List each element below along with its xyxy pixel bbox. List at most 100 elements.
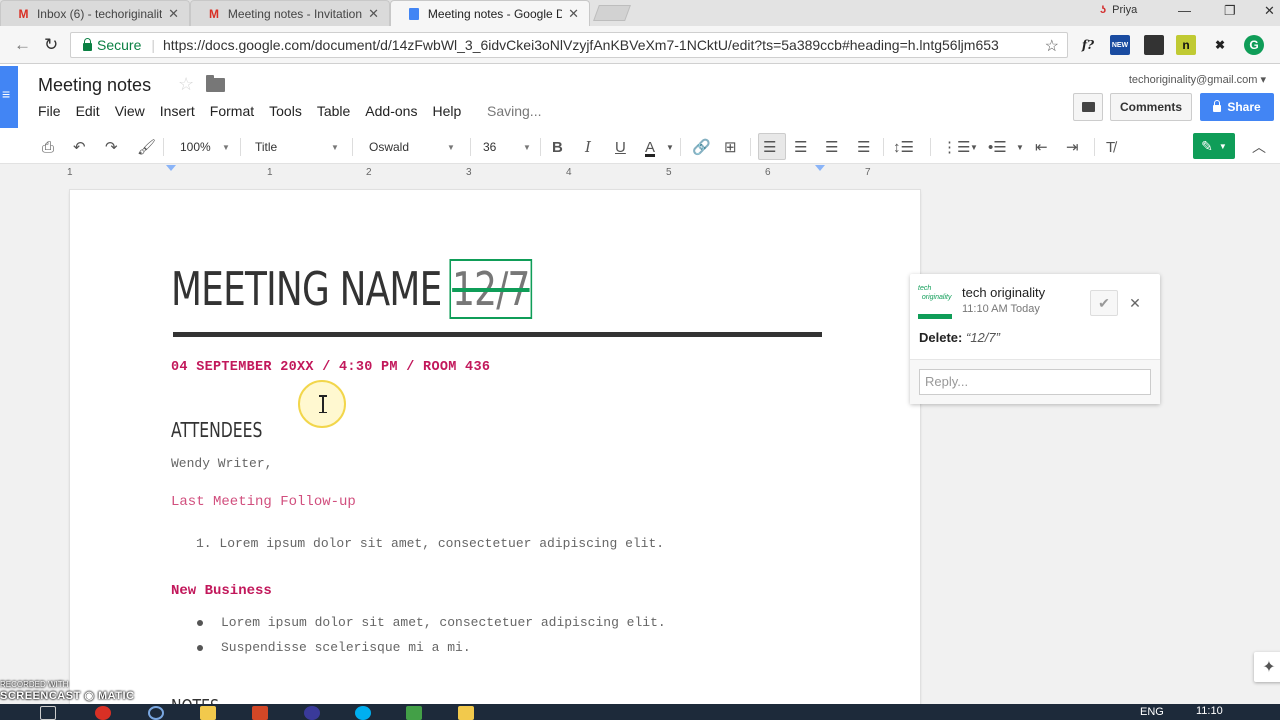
add-comment-icon[interactable]: ⊞ [724, 137, 737, 157]
new-business-heading[interactable]: New Business [171, 583, 272, 599]
news-extension-icon[interactable]: NEW [1110, 35, 1130, 55]
accept-suggestion-button[interactable]: ✔ [1090, 290, 1118, 316]
n-extension-icon[interactable]: n [1176, 35, 1196, 55]
clear-formatting-icon[interactable]: T̸ [1106, 137, 1115, 157]
italic-icon[interactable]: I [585, 137, 591, 157]
align-right-icon[interactable]: ☰ [825, 137, 838, 157]
list-item[interactable]: Lorem ipsum dolor sit amet, consectetuer… [221, 615, 666, 630]
explore-button[interactable]: ✦ [1254, 652, 1280, 682]
menu-tools[interactable]: Tools [269, 103, 302, 119]
tab-invitation[interactable]: M Meeting notes - Invitation ✕ [190, 0, 390, 26]
back-icon[interactable]: ← [14, 35, 31, 55]
attendees-text[interactable]: Wendy Writer, [171, 456, 272, 471]
text-color-icon[interactable]: A [645, 137, 655, 157]
grammarly-extension-icon[interactable]: G [1244, 35, 1264, 55]
suggesting-mode-button[interactable]: ✎ ▼ [1193, 133, 1235, 159]
reload-icon[interactable]: ↻ [44, 35, 58, 55]
close-window-icon[interactable]: ✕ [1264, 3, 1275, 19]
font-size-select[interactable]: 36 ▼ [483, 137, 533, 157]
film-extension-icon[interactable] [1144, 35, 1164, 55]
menu-view[interactable]: View [115, 103, 145, 119]
language-indicator[interactable]: ENG [1140, 706, 1164, 718]
link-icon[interactable]: 🔗 [692, 137, 711, 157]
paragraph-style-select[interactable]: Title ▼ [255, 137, 340, 157]
chevron-down-icon[interactable]: ▼ [1016, 137, 1024, 157]
menu-table[interactable]: Table [317, 103, 350, 119]
document-heading[interactable]: MEETING NAME 12/7 [171, 259, 532, 319]
minimize-icon[interactable]: — [1178, 3, 1191, 18]
menu-edit[interactable]: Edit [76, 103, 100, 119]
bookmark-star-icon[interactable]: ☆ [1045, 36, 1059, 56]
paint-format-icon[interactable]: 🖌 [137, 137, 156, 157]
skype-taskbar-icon[interactable] [355, 706, 371, 720]
meeting-details[interactable]: 04 SEPTEMBER 20XX / 4:30 PM / ROOM 436 [171, 360, 490, 375]
omnibox[interactable]: Secure | https://docs.google.com/documen… [70, 32, 1068, 58]
suggestion-text: Delete: “12/7” [919, 330, 1000, 345]
menu-addons[interactable]: Add-ons [365, 103, 417, 119]
taskbar-clock[interactable]: 11:10 [1196, 705, 1223, 717]
suggested-deletion[interactable]: 12/7 [449, 259, 532, 319]
url-text[interactable]: https://docs.google.com/document/d/14zFw… [163, 37, 1043, 53]
tab-inbox[interactable]: M Inbox (6) - techoriginality ✕ [0, 0, 190, 26]
close-icon[interactable]: ✕ [168, 6, 179, 22]
powerpoint-taskbar-icon[interactable] [252, 706, 268, 720]
numbered-list-icon[interactable]: ⋮☰ [942, 137, 970, 157]
suggestion-comment-card[interactable]: tech originality tech originality 11:10 … [910, 274, 1160, 404]
undo-icon[interactable]: ↶ [73, 137, 86, 157]
list-item[interactable]: 1. Lorem ipsum dolor sit amet, consectet… [196, 536, 664, 551]
align-left-icon[interactable]: ☰ [763, 137, 776, 157]
search-taskbar-icon[interactable] [148, 706, 164, 720]
chevron-down-icon[interactable]: ▼ [970, 137, 978, 157]
line-spacing-icon[interactable]: ↕☰ [893, 137, 914, 157]
folder-taskbar-icon[interactable] [458, 706, 474, 720]
zoom-select[interactable]: 100% ▼ [180, 137, 230, 157]
left-indent-marker[interactable] [166, 165, 176, 171]
reject-suggestion-button[interactable]: ✕ [1123, 290, 1147, 316]
document-title[interactable]: Meeting notes [38, 75, 151, 96]
bulleted-list-icon[interactable]: •☰ [988, 137, 1007, 157]
right-indent-marker[interactable] [815, 165, 825, 171]
followup-heading[interactable]: Last Meeting Follow-up [171, 494, 356, 510]
menu-file[interactable]: File [38, 103, 61, 119]
chrome-taskbar-icon[interactable] [95, 706, 111, 720]
close-icon[interactable]: ✕ [568, 6, 579, 22]
collapse-icon[interactable]: ︿ [1252, 137, 1266, 157]
formula-extension-icon[interactable]: f? [1078, 35, 1098, 55]
share-button[interactable]: Share [1200, 93, 1274, 121]
x-extension-icon[interactable]: ✖ [1210, 35, 1230, 55]
justify-icon[interactable]: ☰ [857, 137, 870, 157]
decrease-indent-icon[interactable]: ⇤ [1035, 137, 1048, 157]
new-tab-button[interactable] [593, 5, 631, 21]
comment-history-button[interactable] [1073, 93, 1103, 121]
font-select[interactable]: Oswald ▼ [369, 137, 459, 157]
underline-icon[interactable]: U [615, 137, 626, 157]
comments-button[interactable]: Comments [1110, 93, 1192, 121]
attendees-heading[interactable]: ATTENDEES [171, 418, 262, 442]
align-center-icon[interactable]: ☰ [794, 137, 807, 157]
task-view-icon[interactable] [40, 706, 56, 720]
increase-indent-icon[interactable]: ⇥ [1066, 137, 1079, 157]
folder-icon[interactable] [206, 75, 225, 92]
reply-input[interactable]: Reply... [919, 369, 1151, 395]
app-taskbar-icon[interactable] [304, 706, 320, 720]
secure-indicator[interactable]: Secure [83, 37, 141, 53]
redo-icon[interactable]: ↷ [105, 137, 118, 157]
account-email[interactable]: techoriginality@gmail.com ▾ [1129, 73, 1266, 86]
menu-help[interactable]: Help [432, 103, 461, 119]
bold-icon[interactable]: B [552, 137, 563, 157]
menu-insert[interactable]: Insert [160, 103, 195, 119]
restore-icon[interactable]: ❐ [1224, 3, 1236, 19]
chevron-down-icon[interactable]: ▼ [666, 137, 674, 157]
explorer-taskbar-icon[interactable] [200, 706, 216, 720]
print-icon[interactable]: ⎙ [42, 137, 54, 157]
tab-meeting-notes-docs[interactable]: Meeting notes - Google Docs ✕ [390, 0, 590, 26]
browser-user[interactable]: ʖ Priya [1100, 4, 1137, 16]
star-icon[interactable]: ☆ [178, 74, 194, 95]
list-item[interactable]: Suspendisse scelerisque mi a mi. [221, 640, 471, 655]
ruler-label: 5 [666, 167, 672, 178]
document-page[interactable]: MEETING NAME 12/7 04 SEPTEMBER 20XX / 4:… [70, 190, 920, 720]
menu-format[interactable]: Format [210, 103, 254, 119]
app-green-taskbar-icon[interactable] [406, 706, 422, 720]
close-icon[interactable]: ✕ [368, 6, 379, 22]
docs-menu-icon[interactable]: ≡ [0, 66, 18, 128]
